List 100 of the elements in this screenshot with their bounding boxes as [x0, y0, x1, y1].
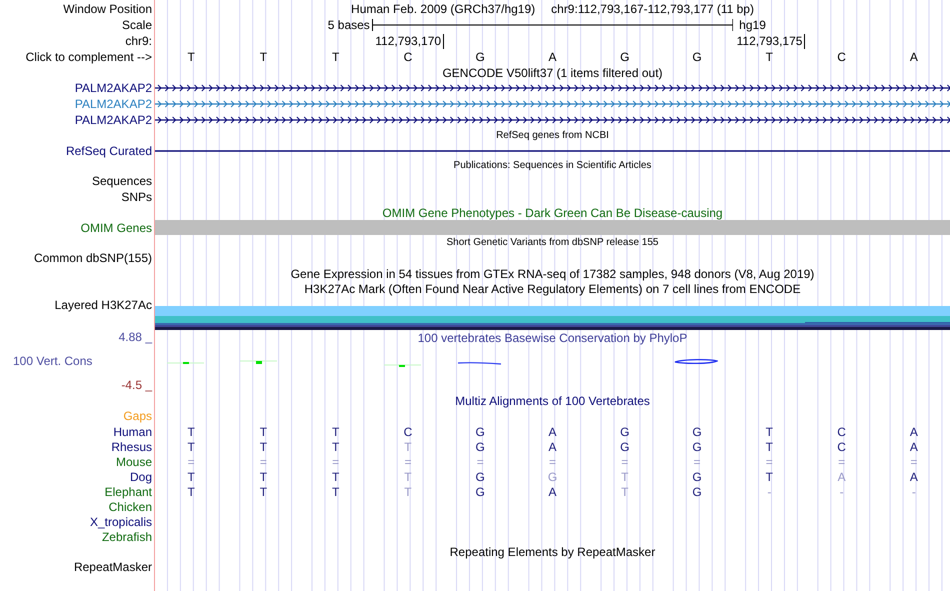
aligned-base: T	[764, 470, 774, 484]
aligned-base: T	[258, 484, 268, 498]
aligned-base: -	[766, 484, 772, 498]
aligned-base: G	[691, 424, 703, 438]
aligned-base: G	[691, 484, 703, 498]
track-label: SNPs	[121, 190, 152, 204]
track-label[interactable]: Click to complement -->	[26, 50, 152, 64]
base-letter: A	[547, 50, 558, 64]
aligned-base: A	[547, 424, 558, 438]
track-title: OMIM Gene Phenotypes - Dark Green Can Be Disease-causing	[382, 206, 723, 220]
track-label: Sequences	[92, 174, 152, 188]
base-letter: C	[836, 50, 847, 64]
aligned-base: T	[331, 440, 340, 454]
aligned-base: T	[620, 484, 630, 498]
aligned-base: T	[331, 484, 340, 498]
aligned-base: A	[836, 470, 847, 484]
aligned-base: T	[403, 440, 413, 454]
track-label: Chicken	[108, 500, 152, 514]
track-label: Human	[113, 424, 152, 438]
base-letter: G	[474, 50, 486, 64]
gene-track-drawing[interactable]	[155, 115, 950, 125]
aligned-base: =	[764, 454, 774, 468]
track-label: Layered H3K27Ac	[54, 298, 152, 312]
aligned-base: C	[836, 424, 847, 438]
track-label: chr9:	[125, 34, 152, 48]
aligned-base: G	[546, 470, 558, 484]
aligned-base: T	[620, 470, 630, 484]
track-label: Window Position	[63, 2, 152, 16]
aligned-base: T	[331, 424, 340, 438]
aligned-base: =	[692, 454, 702, 468]
aligned-base: C	[402, 424, 414, 438]
gene-track-drawing[interactable]	[155, 99, 950, 109]
track-title: Multiz Alignments of 100 Vertebrates	[455, 394, 650, 408]
track-title: Repeating Elements by RepeatMasker	[450, 544, 656, 558]
aligned-base: =	[837, 454, 846, 468]
assembly-label: hg19	[738, 18, 766, 32]
track-label: Gaps	[123, 409, 152, 423]
coordinate-label: 112,793,175	[736, 34, 806, 48]
aligned-base: T	[331, 470, 340, 484]
track-title: 100 vertebrates Basewise Conservation by PhyloP	[416, 330, 688, 345]
coordinate-label: 112,793,170	[375, 34, 444, 48]
aligned-base: G	[474, 484, 486, 498]
aligned-base: T	[403, 470, 413, 484]
aligned-base: T	[186, 484, 196, 498]
aligned-base: =	[331, 454, 340, 468]
aligned-base: =	[620, 454, 630, 468]
track-label: RepeatMasker	[74, 560, 152, 574]
aligned-base: T	[258, 470, 268, 484]
axis-min-label: -4.5 _	[121, 378, 154, 392]
aligned-base: G	[474, 424, 486, 438]
track-label: Dog	[130, 470, 152, 484]
aligned-base: T	[186, 470, 196, 484]
aligned-base: G	[619, 440, 630, 454]
track-label: Common dbSNP(155)	[34, 251, 152, 265]
base-letter: G	[691, 50, 703, 64]
scale-length: 5 bases	[328, 18, 371, 32]
gene-track-drawing[interactable]	[155, 83, 950, 93]
aligned-base: T	[258, 424, 268, 438]
aligned-base: G	[474, 470, 486, 484]
track-label: Scale	[122, 18, 152, 32]
aligned-base: =	[186, 454, 196, 468]
track-title: RefSeq genes from NCBI	[496, 130, 609, 141]
axis-max-label: 4.88 _	[118, 330, 154, 344]
track-label: PALM2AKAP2	[74, 97, 152, 111]
track-label: Rhesus	[111, 440, 152, 454]
base-letter: T	[186, 50, 196, 64]
aligned-base: G	[474, 440, 486, 454]
assembly-name: Human Feb. 2009 (GRCh37/hg19)	[351, 2, 536, 16]
aligned-base: T	[764, 440, 774, 454]
track-title: Gene Expression in 54 tissues from GTEx RNA-seq of 17382 samples, 948 donors (V8, Aug 2019)	[290, 266, 814, 280]
aligned-base: A	[908, 440, 919, 454]
position-range: chr9:112,793,167-112,793,177 (11 bp)	[551, 2, 754, 16]
aligned-base: -	[838, 484, 845, 498]
aligned-base: =	[548, 454, 557, 468]
base-letter: G	[619, 50, 630, 64]
track-label: 100 Vert. Cons	[12, 354, 92, 368]
aligned-base: T	[764, 424, 774, 438]
base-letter: T	[764, 50, 774, 64]
aligned-base: =	[476, 454, 485, 468]
aligned-base: A	[908, 424, 919, 438]
aligned-base: G	[691, 440, 703, 454]
base-letter: C	[402, 50, 414, 64]
aligned-base: A	[547, 484, 558, 498]
aligned-base: G	[691, 470, 703, 484]
track-label: Elephant	[104, 484, 152, 498]
aligned-base: A	[547, 440, 558, 454]
base-letter: T	[331, 50, 340, 64]
aligned-base: =	[909, 454, 918, 468]
aligned-base: A	[908, 470, 919, 484]
aligned-base: G	[619, 424, 630, 438]
track-label: X_tropicalis	[90, 514, 152, 528]
track-label: RefSeq Curated	[66, 144, 152, 158]
base-letter: A	[908, 50, 919, 64]
track-title: Short Genetic Variants from dbSNP release 155	[446, 237, 658, 248]
aligned-base: T	[258, 440, 268, 454]
aligned-base: =	[258, 454, 268, 468]
track-label: PALM2AKAP2	[74, 113, 152, 127]
track-title: GENCODE V50lift37 (1 items filtered out)	[442, 66, 663, 80]
track-label: Mouse	[116, 454, 152, 468]
aligned-base: T	[186, 440, 196, 454]
